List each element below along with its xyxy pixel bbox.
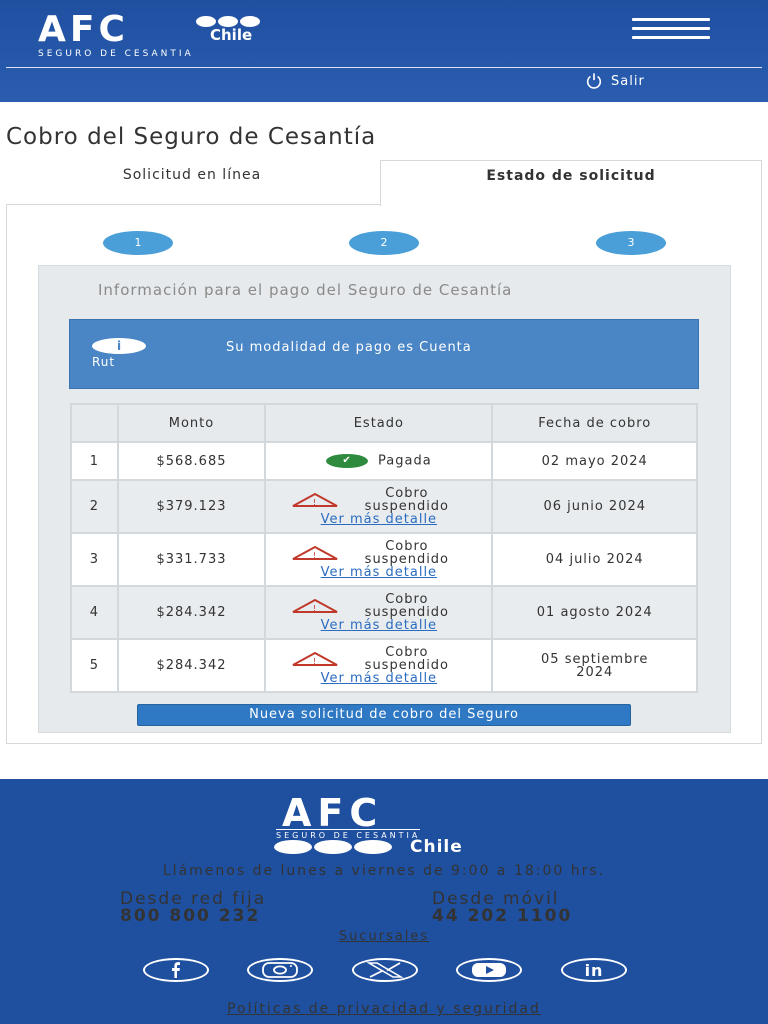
warning-icon: !	[292, 652, 338, 666]
row-num: 5	[70, 638, 119, 693]
hamburger-icon[interactable]	[632, 18, 710, 40]
svg-text:!: !	[313, 551, 317, 560]
sucursales-link[interactable]: Sucursales	[0, 929, 768, 944]
afc-logo[interactable]: AFC Chile SEGURO DE CESANTIA	[38, 9, 260, 59]
row-estado: ! Cobro suspendido Ver más detalle	[264, 532, 494, 587]
header-num	[70, 403, 119, 443]
logo-text: AFC	[38, 9, 129, 50]
check-icon: ✔	[326, 454, 369, 468]
ver-mas-detalle-link[interactable]: Ver más detalle	[266, 672, 491, 685]
ver-mas-detalle-link[interactable]: Ver más detalle	[266, 513, 491, 526]
alert-rut: Rut	[92, 355, 116, 369]
row-monto: $568.685	[116, 441, 267, 481]
mobile-number[interactable]: 44 202 1100	[432, 908, 572, 925]
table-row: 4 $284.342 ! Cobro suspendido Ver más det…	[70, 585, 698, 640]
svg-text:!: !	[313, 657, 317, 666]
payments-table: Monto Estado Fecha de cobro 1 $568.685 ✔…	[70, 403, 698, 693]
row-fecha: 05 septiembre 2024	[491, 638, 698, 693]
row-num: 3	[70, 532, 119, 587]
tab-solicitud-en-linea[interactable]: Solicitud en línea	[6, 160, 378, 206]
estado-text: Pagada	[378, 453, 432, 469]
warning-icon: !	[292, 546, 338, 560]
mobile-contact: Desde móvil 44 202 1100	[432, 891, 572, 925]
tab-estado-de-solicitud[interactable]: Estado de solicitud	[380, 160, 762, 206]
payment-mode-alert: i Rut Su modalidad de pago es Cuenta	[69, 319, 699, 389]
warning-icon: !	[292, 493, 338, 507]
step-1: 1	[103, 231, 173, 255]
footer-logo-text: AFC	[282, 791, 384, 835]
row-fecha: 02 mayo 2024	[491, 441, 698, 481]
row-estado: ! Cobro suspendido Ver más detalle	[264, 585, 494, 640]
row-fecha: 01 agosto 2024	[491, 585, 698, 640]
header-fecha: Fecha de cobro	[491, 403, 698, 443]
fixed-line-number[interactable]: 800 800 232	[120, 908, 266, 925]
info-title: Información para el pago del Seguro de C…	[98, 281, 513, 299]
footer-logo-chile: Chile	[410, 837, 463, 857]
fixed-line-contact: Desde red fija 800 800 232	[120, 891, 266, 925]
row-fecha: 06 junio 2024	[491, 479, 698, 534]
table-row: 5 $284.342 ! Cobro suspendido Ver más det…	[70, 638, 698, 693]
row-monto: $284.342	[116, 585, 267, 640]
row-num: 4	[70, 585, 119, 640]
logout-button[interactable]: Salir	[585, 72, 645, 90]
site-footer	[0, 779, 768, 1024]
logo-chile: Chile	[210, 26, 253, 44]
alert-text: Su modalidad de pago es Cuenta	[226, 340, 472, 355]
table-row: 3 $331.733 ! Cobro suspendido Ver más det…	[70, 532, 698, 587]
row-fecha: 04 julio 2024	[491, 532, 698, 587]
row-num: 1	[70, 441, 119, 481]
warning-icon: !	[292, 599, 338, 613]
svg-text:!: !	[313, 604, 317, 613]
row-monto: $379.123	[116, 479, 267, 534]
power-icon	[586, 73, 602, 89]
estado-text: Cobro suspendido	[364, 592, 450, 620]
table-row: 1 $568.685 ✔ Pagada 02 mayo 2024	[70, 441, 698, 481]
estado-text: Cobro suspendido	[364, 645, 450, 673]
row-estado: ✔ Pagada	[264, 441, 494, 481]
linkedin-icon[interactable]: in	[561, 958, 627, 982]
x-icon[interactable]	[352, 958, 418, 982]
row-monto: $331.733	[116, 532, 267, 587]
logout-label: Salir	[611, 73, 645, 89]
new-request-button[interactable]: Nueva solicitud de cobro del Seguro	[137, 704, 631, 726]
header-estado: Estado	[264, 403, 494, 443]
footer-logo-dots	[274, 840, 392, 854]
site-header: AFC Chile SEGURO DE CESANTIA Salir	[0, 0, 768, 102]
row-num: 2	[70, 479, 119, 534]
header-divider	[6, 67, 762, 68]
header-monto: Monto	[116, 403, 267, 443]
step-2: 2	[349, 231, 419, 255]
svg-text:!: !	[313, 498, 317, 507]
ver-mas-detalle-link[interactable]: Ver más detalle	[266, 566, 491, 579]
facebook-icon[interactable]	[143, 958, 209, 982]
step-3: 3	[596, 231, 666, 255]
ver-mas-detalle-link[interactable]: Ver más detalle	[266, 619, 491, 632]
row-monto: $284.342	[116, 638, 267, 693]
page-title: Cobro del Seguro de Cesantía	[6, 124, 377, 150]
privacy-policy-link[interactable]: Políticas de privacidad y seguridad	[0, 1001, 768, 1017]
estado-text: Cobro suspendido	[364, 486, 450, 514]
estado-text: Cobro suspendido	[364, 539, 450, 567]
logo-subtitle: SEGURO DE CESANTIA	[38, 49, 194, 59]
footer-logo-subtitle: SEGURO DE CESANTIA	[276, 829, 421, 840]
info-icon: i	[92, 338, 146, 354]
youtube-icon[interactable]	[456, 958, 522, 982]
instagram-icon[interactable]	[247, 958, 313, 982]
footer-hours: Llámenos de lunes a viernes de 9:00 a 18…	[162, 863, 606, 879]
row-estado: ! Cobro suspendido Ver más detalle	[264, 479, 494, 534]
table-row: 2 $379.123 ! Cobro suspendido Ver más det…	[70, 479, 698, 534]
row-estado: ! Cobro suspendido Ver más detalle	[264, 638, 494, 693]
